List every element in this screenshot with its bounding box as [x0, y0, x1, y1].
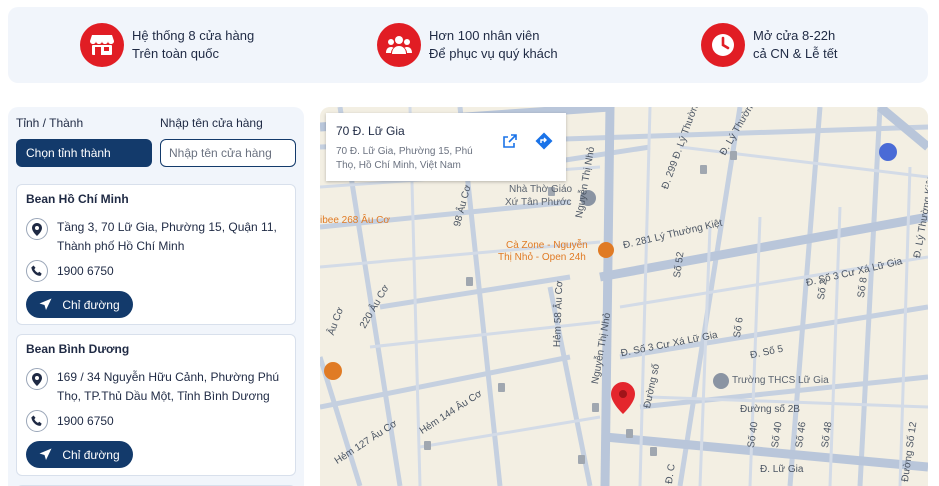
people-icon [377, 23, 421, 67]
feature-stores: Hệ thống 8 cửa hàng Trên toàn quốc [80, 21, 254, 69]
directions-label: Chỉ đường [62, 297, 120, 312]
features-banner: Hệ thống 8 cửa hàng Trên toàn quốc Hơn 10… [8, 7, 928, 83]
feature-staff-line2: Để phục vụ quý khách [429, 46, 558, 61]
directions-icon[interactable] [532, 129, 556, 153]
map-label: Đường số 2B [740, 404, 800, 415]
map-info-title: 70 Đ. Lữ Gia [336, 124, 405, 138]
directions-label: Chỉ đường [62, 447, 120, 462]
store-address: Tầng 3, 70 Lữ Gia, Phường 15, Quận 11, T… [57, 220, 277, 253]
phone-icon [26, 260, 48, 282]
feature-hours-line2: cả CN & Lễ tết [753, 46, 838, 61]
map-label: Hẻm 58 Âu Cơ [552, 280, 566, 348]
store-card[interactable]: Bean Hồ Chí Minh Tầng 3, 70 Lữ Gia, Phườ… [16, 184, 296, 325]
map-label: Trường THCS Lữ Gia [732, 375, 829, 386]
feature-staff-line1: Hơn 100 nhân viên [429, 28, 540, 43]
navigation-arrow-icon [39, 298, 52, 310]
open-in-maps-icon[interactable] [498, 129, 522, 153]
store-list-panel: Tỉnh / Thành Nhập tên cửa hàng Chọn tỉnh… [8, 107, 304, 486]
location-pin-icon [26, 368, 48, 390]
store-card[interactable]: Bean Bình Dương 169 / 34 Nguyễn Hữu Cảnh… [16, 334, 296, 476]
feature-stores-line2: Trên toàn quốc [132, 46, 219, 61]
feature-hours: Mở cửa 8-22h cả CN & Lễ tết [701, 21, 838, 69]
map-label: Cà Zone - Nguyễn [506, 240, 588, 251]
province-label: Tỉnh / Thành [16, 116, 84, 130]
feature-hours-line1: Mở cửa 8-22h [753, 28, 836, 43]
feature-stores-line1: Hệ thống 8 cửa hàng [132, 28, 255, 43]
clock-icon [701, 23, 745, 67]
store-phone[interactable]: 1900 6750 [57, 260, 114, 282]
navigation-arrow-icon [39, 448, 52, 460]
directions-button[interactable]: Chỉ đường [26, 441, 133, 468]
location-pin-icon [26, 218, 48, 240]
map-label: Nhà Thờ Giáo [509, 184, 573, 195]
map-info-address: 70 Đ. Lữ Gia, Phường 15, Phú Thọ, Hồ Chí… [336, 146, 473, 171]
map-view[interactable]: 70 Đ. Lữ Gia 70 Đ. Lữ Gia, Phường 15, Ph… [320, 107, 928, 486]
store-phone[interactable]: 1900 6750 [57, 410, 114, 432]
map-label: Đ. Lữ Gia [760, 464, 804, 475]
feature-staff: Hơn 100 nhân viên Để phục vụ quý khách [377, 21, 558, 69]
map-info-window: 70 Đ. Lữ Gia 70 Đ. Lữ Gia, Phường 15, Ph… [326, 113, 566, 181]
store-address: 169 / 34 Nguyễn Hữu Cảnh, Phường Phú Thọ… [57, 370, 280, 403]
phone-icon [26, 410, 48, 432]
store-name: Bean Bình Dương [26, 342, 130, 356]
map-label: Thị Nhỏ - Open 24h [498, 252, 586, 263]
store-search-input[interactable] [160, 139, 296, 167]
map-label: ibee 268 Âu Cơ [320, 215, 390, 226]
store-name: Bean Hồ Chí Minh [26, 192, 129, 206]
map-label: Xứ Tân Phước [505, 197, 572, 208]
store-icon [80, 23, 124, 67]
province-select-button[interactable]: Chọn tỉnh thành [16, 139, 152, 167]
directions-button[interactable]: Chỉ đường [26, 291, 133, 318]
store-search-label: Nhập tên cửa hàng [160, 116, 263, 130]
